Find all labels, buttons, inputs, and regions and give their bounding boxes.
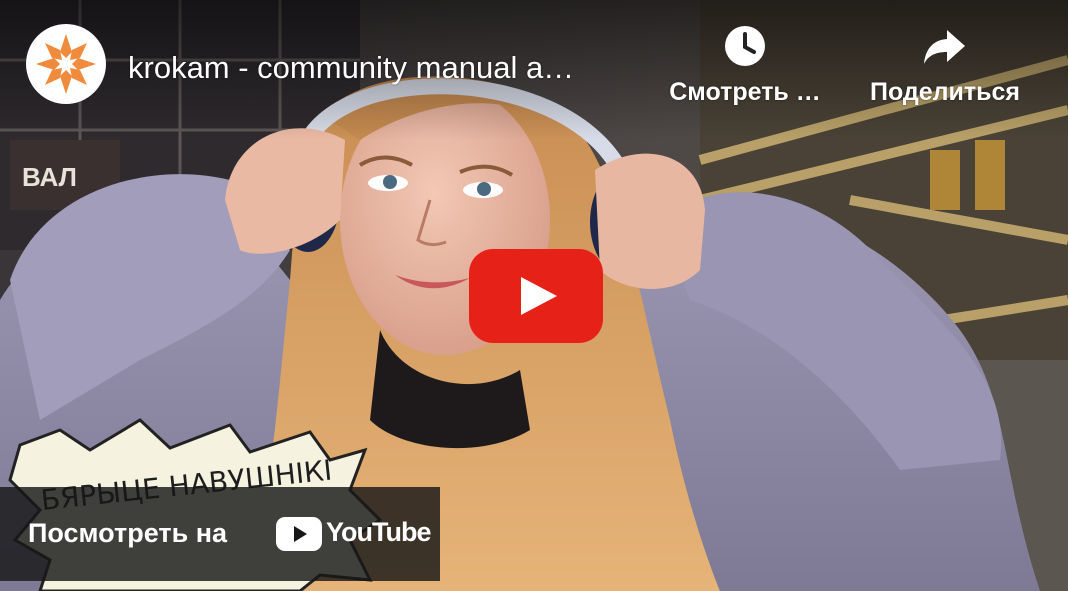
svg-text:ВАЛ: ВАЛ xyxy=(22,162,77,192)
watch-on-label: Посмотреть на xyxy=(28,518,228,548)
share-label: Поделиться xyxy=(869,78,1021,106)
youtube-wordmark: YouTube xyxy=(326,517,431,547)
watch-later-label: Смотреть … xyxy=(669,78,821,106)
clock-icon xyxy=(725,26,765,66)
video-title[interactable]: krokam - community manual a… xyxy=(128,48,574,88)
play-button[interactable] xyxy=(469,249,603,343)
youtube-play-icon xyxy=(469,249,603,343)
youtube-logo-icon xyxy=(276,517,322,551)
share-button[interactable]: Поделиться xyxy=(860,24,1030,107)
krokam-logo-icon xyxy=(36,34,96,94)
share-arrow-icon xyxy=(924,30,965,64)
watch-later-button[interactable]: Смотреть … xyxy=(660,24,830,107)
watch-on-youtube-button[interactable]: Посмотреть на YouTube xyxy=(0,487,440,581)
channel-avatar[interactable] xyxy=(26,24,106,104)
youtube-embed-player[interactable]: ВАЛ БЯРЫЦЕ НАВУШНІКІ krokam - community … xyxy=(0,0,1068,591)
